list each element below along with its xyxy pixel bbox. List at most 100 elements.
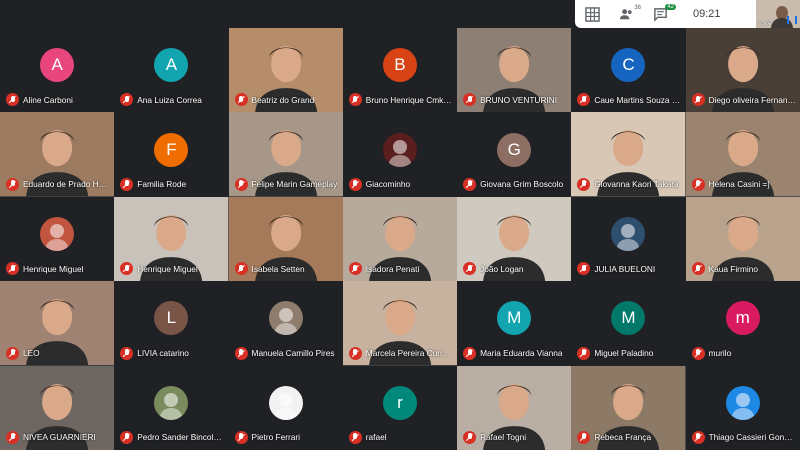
grid-layout-button[interactable]: [575, 0, 609, 28]
mic-off-icon: [348, 346, 362, 360]
people-icon: [619, 8, 632, 19]
participant-tile-rebeca-franc-a[interactable]: Rebeca França: [571, 365, 686, 450]
participant-name: JULIA BUELONI: [594, 263, 656, 274]
participant-name-row: murilo: [691, 346, 796, 360]
mic-off-icon: [120, 262, 134, 276]
mic-off-icon: [120, 93, 134, 107]
participant-tile-rafael-togni[interactable]: Rafael Togni: [457, 365, 572, 450]
participant-tile-giovanna-kaori-takara[interactable]: Giovanna Kaori Takara: [571, 112, 686, 197]
participant-name-row: Familia Rode: [120, 177, 224, 191]
participant-name-row: Bruno Henrique Cmko...: [348, 93, 453, 107]
participant-tile-felipe-marin-gameplay[interactable]: Felipe Marin Gameplay: [228, 112, 343, 197]
mic-off-icon: [577, 346, 591, 360]
participant-tile-henrique-miguel[interactable]: Henrique Miguel: [0, 196, 115, 282]
participant-initial-avatar: M: [497, 301, 532, 336]
mic-off-icon: [463, 93, 477, 107]
participant-name-row: Pietro Ferrari: [234, 430, 339, 444]
participant-tile-manuela-camillo-pires[interactable]: Manuela Camillo Pires: [228, 281, 343, 366]
participant-tile-leo[interactable]: LEO: [0, 281, 115, 366]
mic-off-icon: [691, 93, 705, 107]
participant-tile-giovana-grim-boscolo[interactable]: G Giovana Grim Boscolo: [457, 112, 572, 197]
participant-name: Familia Rode: [137, 179, 187, 190]
participant-name: Beatriz do Grand: [251, 94, 315, 105]
participant-tile-pedro-sander-bincoleto[interactable]: Pedro Sander Bincoleto: [114, 365, 229, 450]
mic-off-icon: [6, 177, 19, 191]
participant-tile-familia-rode[interactable]: F Familia Rode: [114, 112, 229, 197]
participant-tile-miguel-paladino[interactable]: M Miguel Paladino: [571, 281, 686, 366]
participant-name-row: Ana Luiza Correa: [120, 93, 224, 107]
participant-tile-livia-catarino[interactable]: L LIVIA catarino: [114, 281, 229, 366]
participant-tile-rafael[interactable]: r rafael: [342, 365, 458, 450]
audio-level-icon: [787, 16, 797, 24]
participant-name: Caue Martins Souza 6 ...: [594, 94, 682, 105]
mic-off-icon: [577, 262, 591, 276]
participant-name: murilo: [708, 348, 732, 359]
chat-button[interactable]: 42: [643, 0, 677, 28]
participant-name: Manuela Camillo Pires: [251, 348, 335, 359]
participant-initial-avatar: A: [40, 48, 75, 83]
participant-name-row: Diego oliveira Fernand...: [691, 93, 796, 107]
participant-name-row: Caue Martins Souza 6 ...: [577, 93, 682, 107]
mic-off-icon: [348, 262, 362, 276]
participant-tile-henrique-miguel[interactable]: Henrique Miguel: [114, 196, 229, 282]
clock: 09:21: [693, 8, 721, 20]
participant-tile-eduardo-de-prado-hyp[interactable]: Eduardo de Prado Hyp...: [0, 112, 115, 197]
mic-off-icon: [348, 93, 362, 107]
participant-tile-kaua-firmino[interactable]: Kaua Firmino: [685, 196, 800, 282]
mic-off-icon: [691, 262, 705, 276]
participant-tile-murilo[interactable]: m murilo: [685, 281, 800, 366]
participant-initial-avatar: L: [154, 301, 189, 336]
participant-tile-nivea-guarnieri[interactable]: NIVEA GUARNIERI: [0, 365, 115, 450]
participant-tile-joa-o-logan[interactable]: João Logan: [457, 196, 572, 282]
participant-tile-ana-luiza-correa[interactable]: A Ana Luiza Correa: [114, 28, 229, 113]
mic-off-icon: [6, 262, 19, 276]
participant-name: LEO: [23, 348, 40, 359]
participant-name-row: Maria Eduarda Vianna: [463, 346, 567, 360]
participant-initial-avatar: G: [497, 132, 532, 167]
participant-tile-bruno-venturini[interactable]: BRUNO VENTURINI: [457, 28, 572, 113]
participant-name: Isabela Setten: [251, 263, 305, 274]
participant-tile-bruno-henrique-cmko[interactable]: B Bruno Henrique Cmko...: [342, 28, 458, 113]
mic-off-icon: [234, 262, 248, 276]
participant-tile-marcela-pereira-cunca[interactable]: Marcela Pereira Cunca...: [342, 281, 458, 366]
participant-tile-maria-eduarda-vianna[interactable]: M Maria Eduarda Vianna: [457, 281, 572, 366]
participant-profile-photo: [268, 385, 303, 420]
people-button[interactable]: 36: [609, 0, 643, 28]
top-toolbar: 36 42 09:21 Você: [575, 0, 800, 28]
participant-name-row: Manuela Camillo Pires: [234, 346, 339, 360]
participant-tile-caue-martins-souza-6[interactable]: C Caue Martins Souza 6 ...: [571, 28, 686, 113]
mic-off-icon: [348, 177, 362, 191]
participant-tile-giacominho[interactable]: Giacominho: [342, 112, 458, 197]
participant-initial-avatar: C: [611, 48, 646, 83]
participant-tile-pietro-ferrari[interactable]: Pietro Ferrari: [228, 365, 343, 450]
mic-off-icon: [234, 346, 248, 360]
mic-off-icon: [6, 346, 19, 360]
participant-grid: A Aline Carboni A Ana Luiza Correa Beatriz d…: [0, 28, 800, 450]
mic-off-icon: [691, 346, 705, 360]
participant-name: rafael: [365, 432, 387, 443]
participant-tile-isabela-setten[interactable]: Isabela Setten: [228, 196, 343, 282]
self-label: Você: [758, 21, 772, 27]
participant-name-row: Isadora Penati: [348, 262, 453, 276]
participant-tile-julia-bueloni[interactable]: JULIA BUELONI: [571, 196, 686, 282]
participant-name-row: Eduardo de Prado Hyp...: [6, 177, 110, 191]
participant-tile-diego-oliveira-fernand[interactable]: Diego oliveira Fernand...: [685, 28, 800, 113]
participant-name-row: Giacominho: [348, 177, 453, 191]
participant-name-row: Henrique Miguel: [6, 262, 110, 276]
mic-off-icon: [463, 430, 477, 444]
participant-name: Giacominho: [365, 179, 411, 190]
participant-name: Aline Carboni: [23, 94, 73, 105]
participant-tile-thiago-cassieri-gonc-a[interactable]: Thiago Cassieri Gonça...: [685, 365, 800, 450]
self-view-thumbnail[interactable]: Você: [756, 0, 800, 28]
participant-name: LIVIA catarino: [137, 348, 189, 359]
participant-profile-photo: [611, 216, 646, 251]
participant-name-row: Aline Carboni: [6, 93, 110, 107]
mic-off-icon: [463, 177, 477, 191]
participant-name: Miguel Paladino: [594, 348, 654, 359]
participant-tile-aline-carboni[interactable]: A Aline Carboni: [0, 28, 115, 113]
participant-tile-helena-casini[interactable]: Helena Casini =]: [685, 112, 800, 197]
participant-name: Diego oliveira Fernand...: [708, 94, 796, 105]
participant-tile-isadora-penati[interactable]: Isadora Penati: [342, 196, 458, 282]
mic-off-icon: [234, 430, 248, 444]
participant-tile-beatriz-do-grand[interactable]: Beatriz do Grand: [228, 28, 343, 113]
